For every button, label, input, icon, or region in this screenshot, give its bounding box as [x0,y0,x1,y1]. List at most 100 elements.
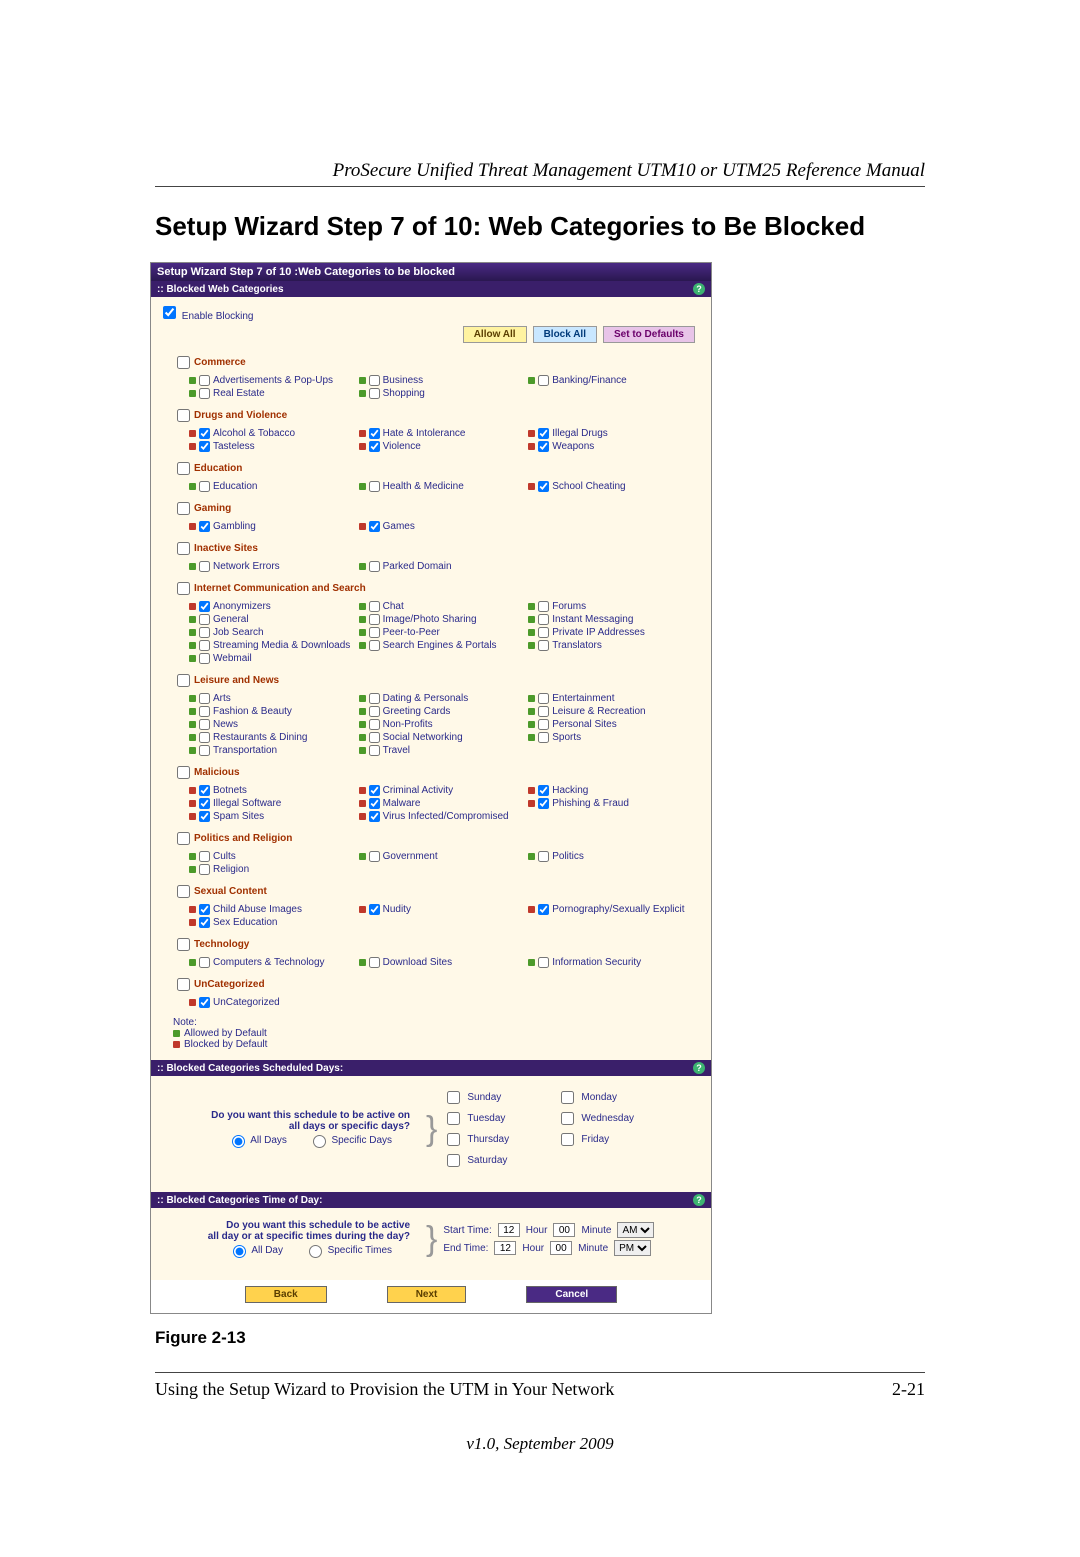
category-item-checkbox[interactable] [199,864,210,875]
category-item-checkbox[interactable] [369,719,380,730]
category-item-checkbox[interactable] [369,441,380,452]
category-head-checkbox[interactable] [177,542,190,555]
category-head-checkbox[interactable] [177,502,190,515]
category-item-checkbox[interactable] [369,521,380,532]
category-item[interactable]: Spam Sites [189,810,359,823]
category-item[interactable]: Shopping [359,387,529,400]
day-checkbox-input[interactable] [447,1154,460,1167]
category-head-checkbox[interactable] [177,674,190,687]
start-ampm-select[interactable]: AM [617,1222,654,1238]
category-item[interactable]: Illegal Software [189,797,359,810]
category-item[interactable]: Arts [189,692,359,705]
category-item-checkbox[interactable] [538,851,549,862]
category-item[interactable]: Religion [189,863,359,876]
category-item-checkbox[interactable] [199,428,210,439]
category-item-checkbox[interactable] [199,798,210,809]
radio-all-days[interactable]: All Days [227,1135,287,1146]
radio-specific-days-input[interactable] [313,1135,326,1148]
day-checkbox[interactable]: Friday [557,1130,647,1149]
category-item[interactable]: Cults [189,850,359,863]
radio-all-day-input[interactable] [233,1245,246,1258]
category-item-checkbox[interactable] [199,997,210,1008]
day-checkbox-input[interactable] [561,1133,574,1146]
category-item[interactable]: Real Estate [189,387,359,400]
cancel-button[interactable]: Cancel [526,1286,617,1303]
day-checkbox[interactable]: Thursday [443,1130,533,1149]
day-checkbox[interactable]: Wednesday [557,1109,647,1128]
category-item-checkbox[interactable] [199,706,210,717]
category-item[interactable]: Botnets [189,784,359,797]
back-button[interactable]: Back [245,1286,327,1303]
category-item-checkbox[interactable] [369,601,380,612]
day-checkbox-input[interactable] [447,1091,460,1104]
category-item[interactable]: Non-Profits [359,718,529,731]
category-item-checkbox[interactable] [199,627,210,638]
category-item[interactable]: Translators [528,639,698,652]
category-item-checkbox[interactable] [369,481,380,492]
category-item-checkbox[interactable] [199,693,210,704]
category-item[interactable]: Streaming Media & Downloads [189,639,359,652]
category-item-checkbox[interactable] [538,693,549,704]
category-item[interactable]: Politics [528,850,698,863]
category-item[interactable]: Peer-to-Peer [359,626,529,639]
category-item-checkbox[interactable] [369,851,380,862]
category-item[interactable]: Gambling [189,520,359,533]
category-head[interactable]: UnCategorized [173,973,703,996]
category-item[interactable]: Hate & Intolerance [359,427,529,440]
category-head[interactable]: Technology [173,933,703,956]
category-head[interactable]: Politics and Religion [173,827,703,850]
category-item[interactable]: Information Security [528,956,698,969]
category-item[interactable]: Job Search [189,626,359,639]
block-all-button[interactable]: Block All [533,326,597,343]
category-item[interactable]: Government [359,850,529,863]
category-item[interactable]: Chat [359,600,529,613]
category-head[interactable]: Inactive Sites [173,537,703,560]
category-item[interactable]: Download Sites [359,956,529,969]
radio-all-days-input[interactable] [232,1135,245,1148]
category-item-checkbox[interactable] [369,627,380,638]
category-item[interactable]: UnCategorized [189,996,359,1009]
category-item-checkbox[interactable] [199,811,210,822]
category-head[interactable]: Gaming [173,497,703,520]
category-item-checkbox[interactable] [538,428,549,439]
category-item[interactable]: Forums [528,600,698,613]
category-item-checkbox[interactable] [199,653,210,664]
category-item-checkbox[interactable] [199,614,210,625]
category-item-checkbox[interactable] [199,441,210,452]
category-head-checkbox[interactable] [177,582,190,595]
radio-specific-times[interactable]: Specific Times [304,1245,392,1256]
category-item-checkbox[interactable] [538,706,549,717]
category-item-checkbox[interactable] [199,917,210,928]
category-item-checkbox[interactable] [199,640,210,651]
category-item-checkbox[interactable] [199,904,210,915]
category-item-checkbox[interactable] [538,627,549,638]
end-hour-input[interactable] [494,1241,516,1255]
category-item-checkbox[interactable] [538,640,549,651]
category-item-checkbox[interactable] [369,811,380,822]
radio-specific-times-input[interactable] [309,1245,322,1258]
next-button[interactable]: Next [387,1286,467,1303]
category-head-checkbox[interactable] [177,356,190,369]
category-item[interactable]: Nudity [359,903,529,916]
category-head[interactable]: Sexual Content [173,880,703,903]
category-item-checkbox[interactable] [538,481,549,492]
radio-specific-days[interactable]: Specific Days [308,1135,392,1146]
category-item-checkbox[interactable] [369,785,380,796]
category-head[interactable]: Education [173,457,703,480]
day-checkbox[interactable]: Saturday [443,1151,533,1170]
category-item-checkbox[interactable] [199,732,210,743]
category-item[interactable]: Pornography/Sexually Explicit [528,903,698,916]
day-checkbox[interactable]: Tuesday [443,1109,533,1128]
category-item-checkbox[interactable] [538,375,549,386]
category-head-checkbox[interactable] [177,978,190,991]
category-item-checkbox[interactable] [199,785,210,796]
category-item-checkbox[interactable] [538,785,549,796]
category-item[interactable]: Computers & Technology [189,956,359,969]
category-item-checkbox[interactable] [369,798,380,809]
category-item[interactable]: Violence [359,440,529,453]
end-ampm-select[interactable]: PM [614,1240,651,1256]
category-item[interactable]: Malware [359,797,529,810]
category-item[interactable]: Phishing & Fraud [528,797,698,810]
category-head[interactable]: Commerce [173,351,703,374]
start-hour-input[interactable] [498,1223,520,1237]
